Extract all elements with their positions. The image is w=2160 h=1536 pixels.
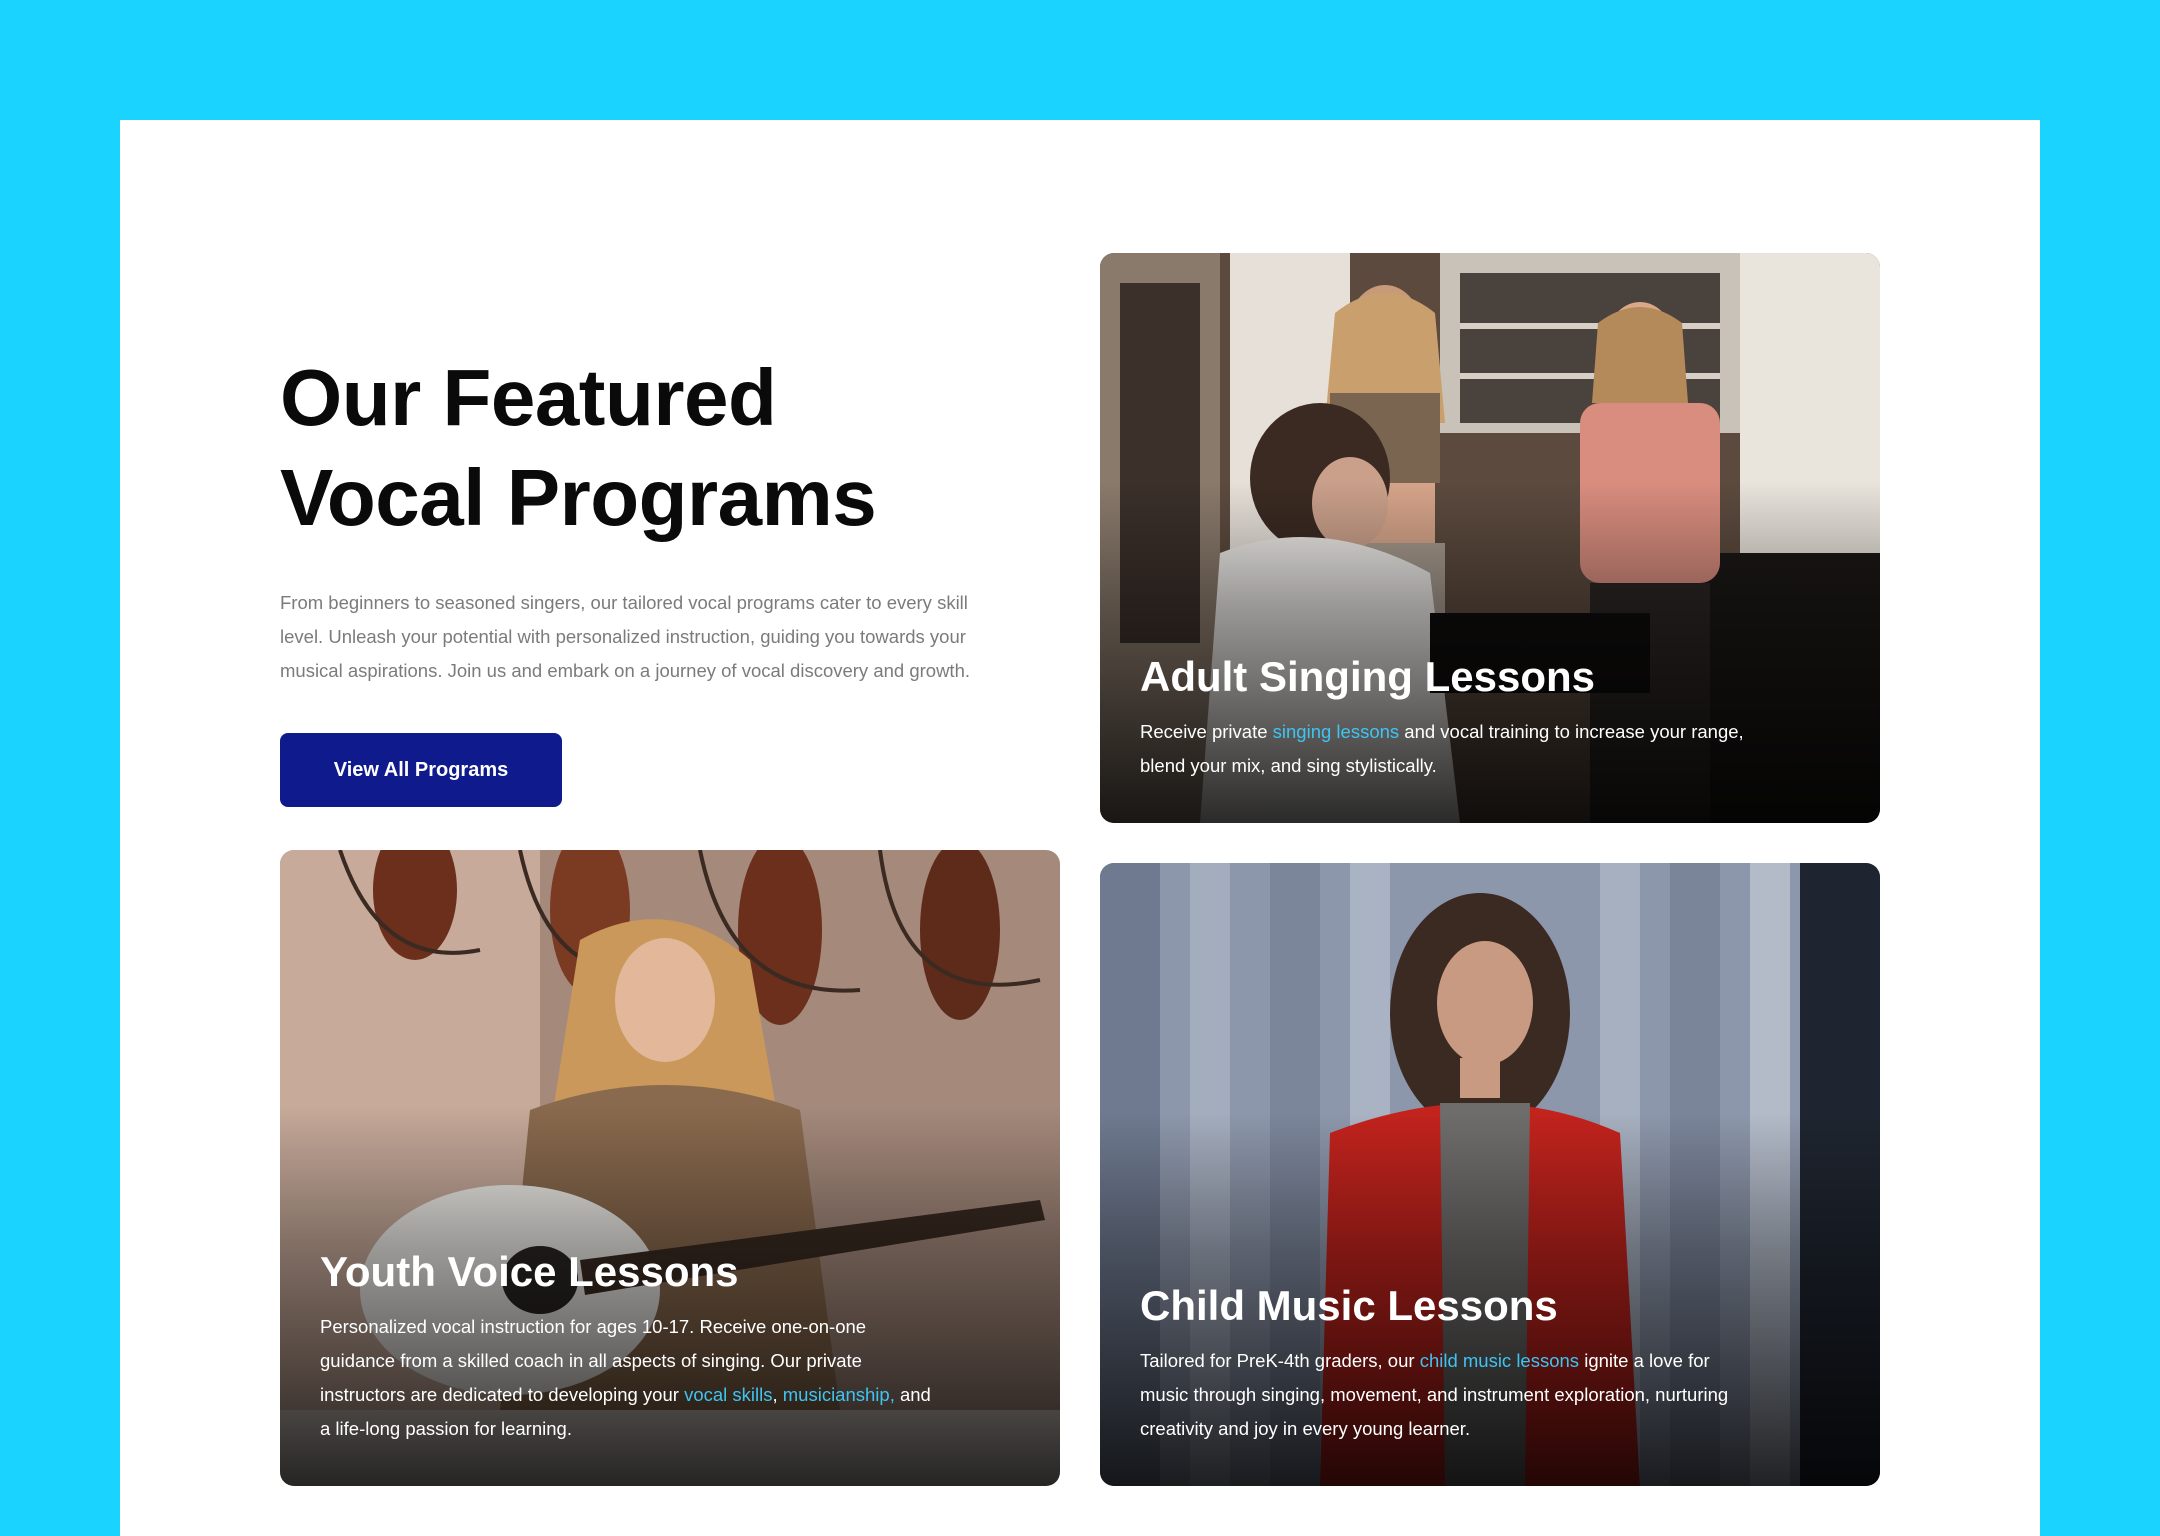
youth-desc-separator: , bbox=[772, 1384, 783, 1405]
adult-singing-card[interactable]: Adult Singing Lessons Receive private si… bbox=[1100, 253, 1880, 823]
child-card-description: Tailored for PreK-4th graders, our child… bbox=[1140, 1344, 1740, 1446]
youth-card-body: Youth Voice Lessons Personalized vocal i… bbox=[320, 1246, 940, 1446]
adult-desc-text: Receive private bbox=[1140, 721, 1273, 742]
adult-card-description: Receive private singing lessons and voca… bbox=[1140, 715, 1760, 783]
content-panel: Our Featured Vocal Programs From beginne… bbox=[120, 120, 2040, 1536]
intro-section: Our Featured Vocal Programs From beginne… bbox=[280, 348, 1000, 807]
singing-lessons-link[interactable]: singing lessons bbox=[1273, 721, 1400, 742]
child-card-body: Child Music Lessons Tailored for PreK-4t… bbox=[1140, 1280, 1740, 1446]
musicianship-link[interactable]: musicianship, bbox=[783, 1384, 895, 1405]
youth-card-title: Youth Voice Lessons bbox=[320, 1248, 739, 1295]
child-music-card[interactable]: Child Music Lessons Tailored for PreK-4t… bbox=[1100, 863, 1880, 1486]
child-desc-text: Tailored for PreK-4th graders, our bbox=[1140, 1350, 1420, 1371]
view-all-programs-button[interactable]: View All Programs bbox=[280, 733, 562, 807]
youth-card-description: Personalized vocal instruction for ages … bbox=[320, 1310, 940, 1446]
section-title-line1: Our Featured bbox=[280, 353, 777, 442]
child-card-title: Child Music Lessons bbox=[1140, 1282, 1558, 1329]
vocal-skills-link[interactable]: vocal skills bbox=[684, 1384, 772, 1405]
child-music-lessons-link[interactable]: child music lessons bbox=[1420, 1350, 1579, 1371]
section-description: From beginners to seasoned singers, our … bbox=[280, 592, 970, 681]
section-title: Our Featured Vocal Programs bbox=[280, 348, 1000, 548]
section-title-line2: Vocal Programs bbox=[280, 453, 877, 542]
adult-card-body: Adult Singing Lessons Receive private si… bbox=[1140, 651, 1760, 783]
youth-voice-card[interactable]: Youth Voice Lessons Personalized vocal i… bbox=[280, 850, 1060, 1486]
adult-card-title: Adult Singing Lessons bbox=[1140, 653, 1596, 700]
